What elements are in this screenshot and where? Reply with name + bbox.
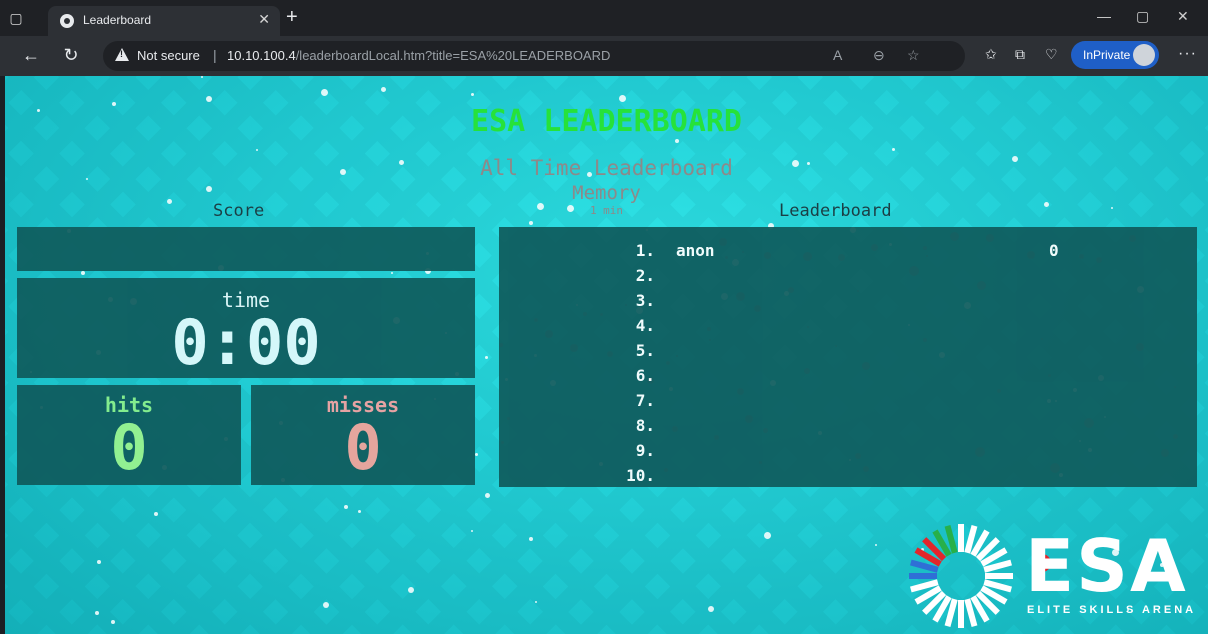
tab-actions-icon[interactable]: ▢ <box>6 8 26 28</box>
particle <box>97 560 101 564</box>
particle <box>321 89 328 96</box>
favicon-icon <box>60 14 74 28</box>
browser-tab-bar: ▢ Leaderboard ✕ + — ▢ ✕ <box>0 0 1208 36</box>
close-tab-icon[interactable]: ✕ <box>258 11 270 28</box>
particle <box>485 493 490 498</box>
leaderboard-row: 10. <box>499 466 1197 491</box>
particle <box>529 537 533 541</box>
particle <box>471 93 474 96</box>
player-name: anon <box>676 241 715 260</box>
leaderboard-row: 2. <box>499 266 1197 291</box>
score-heading: Score <box>213 201 265 221</box>
leaderboard-row: 6. <box>499 366 1197 391</box>
particle <box>256 149 258 151</box>
rank: 2. <box>635 266 655 285</box>
address-toolbar: ← ↻ Not secure | 10.10.100.4/leaderboard… <box>0 36 1208 76</box>
particle <box>619 95 626 102</box>
collections-icon[interactable]: ⧉ <box>1015 46 1025 63</box>
inprivate-button[interactable]: InPrivate <box>1071 41 1159 69</box>
particle <box>764 532 771 539</box>
refresh-icon[interactable]: ↻ <box>60 45 82 66</box>
browser-tab[interactable]: Leaderboard ✕ <box>48 6 280 36</box>
particle <box>95 611 99 615</box>
leaderboard-row: 7. <box>499 391 1197 416</box>
particle <box>206 96 212 102</box>
leaderboard-subtitle: All Time Leaderboard <box>480 156 733 180</box>
leaderboard-heading: Leaderboard <box>779 201 892 221</box>
rank: 4. <box>635 316 655 335</box>
particle <box>475 453 478 456</box>
particle <box>81 271 85 275</box>
tab-title: Leaderboard <box>83 13 152 27</box>
favorites-icon[interactable]: ✩ <box>985 46 997 63</box>
game-duration: 1 min <box>589 204 624 217</box>
warning-icon <box>115 48 129 61</box>
particle <box>323 602 329 608</box>
rank: 3. <box>635 291 655 310</box>
particle <box>381 87 386 92</box>
rank: 7. <box>635 391 655 410</box>
particle <box>471 530 473 532</box>
browser-essentials-icon[interactable]: ♡ <box>1045 46 1058 63</box>
leaderboard-row: 1. anon 0 <box>499 241 1197 266</box>
zoom-icon[interactable]: ⊖ <box>873 47 885 64</box>
particle <box>391 272 393 274</box>
particle <box>535 601 537 603</box>
more-options-icon[interactable]: ··· <box>1178 45 1197 63</box>
misses-panel: misses 0 <box>251 385 475 485</box>
url-separator: | <box>213 47 217 63</box>
particle <box>344 505 348 509</box>
new-tab-icon[interactable]: + <box>286 6 298 29</box>
inprivate-label: InPrivate <box>1083 48 1131 62</box>
leaderboard-row: 3. <box>499 291 1197 316</box>
url-text: 10.10.100.4/leaderboardLocal.htm?title=E… <box>227 48 610 63</box>
leaderboard-row: 4. <box>499 316 1197 341</box>
leaderboard-row: 9. <box>499 441 1197 466</box>
leaderboard-row: 8. <box>499 416 1197 441</box>
favorite-star-icon[interactable]: ☆ <box>907 47 920 64</box>
close-window-icon[interactable]: ✕ <box>1177 8 1189 25</box>
rank: 8. <box>635 416 655 435</box>
rank: 9. <box>635 441 655 460</box>
address-bar[interactable]: Not secure | 10.10.100.4/leaderboardLoca… <box>103 41 965 71</box>
restore-icon[interactable]: ▢ <box>1136 8 1149 25</box>
particle <box>529 221 533 225</box>
leaderboard-page: ESA LEADERBOARD All Time Leaderboard Mem… <box>5 76 1208 634</box>
particle <box>408 587 414 593</box>
read-aloud-icon[interactable]: A <box>833 47 842 63</box>
rank: 1. <box>635 241 655 260</box>
particle <box>358 510 361 513</box>
logo-text: ESA <box>1025 524 1188 608</box>
particle <box>875 544 877 546</box>
player-score: 0 <box>1049 241 1059 260</box>
rank: 6. <box>635 366 655 385</box>
game-name: Memory <box>572 182 641 204</box>
avatar <box>1133 44 1155 66</box>
security-label: Not secure <box>137 48 200 63</box>
hits-panel: hits 0 <box>17 385 241 485</box>
leaderboard-panel: 1. anon 0 2. 3. 4. 5. 6. 7. 8. 9. 10. <box>499 227 1197 487</box>
logo-subtitle: ELITE SKILLS ARENA <box>1027 604 1197 616</box>
rank: 10. <box>626 466 655 485</box>
misses-value: 0 <box>344 411 382 484</box>
particle <box>708 606 714 612</box>
hits-value: 0 <box>110 411 148 484</box>
particle <box>154 512 158 516</box>
page-title: ESA LEADERBOARD <box>471 104 742 139</box>
url-path: /leaderboardLocal.htm?title=ESA%20LEADER… <box>295 48 611 63</box>
particle <box>201 76 203 78</box>
minimize-icon[interactable]: — <box>1097 8 1111 24</box>
rank: 5. <box>635 341 655 360</box>
score-panel <box>17 227 475 271</box>
leaderboard-row: 5. <box>499 341 1197 366</box>
back-icon[interactable]: ← <box>20 45 42 66</box>
time-panel: time 0:00 <box>17 278 475 379</box>
particle <box>892 148 895 151</box>
url-host: 10.10.100.4 <box>227 48 296 63</box>
particle <box>675 139 679 143</box>
particle <box>111 620 115 624</box>
particle <box>485 356 488 359</box>
time-value: 0:00 <box>171 306 321 379</box>
